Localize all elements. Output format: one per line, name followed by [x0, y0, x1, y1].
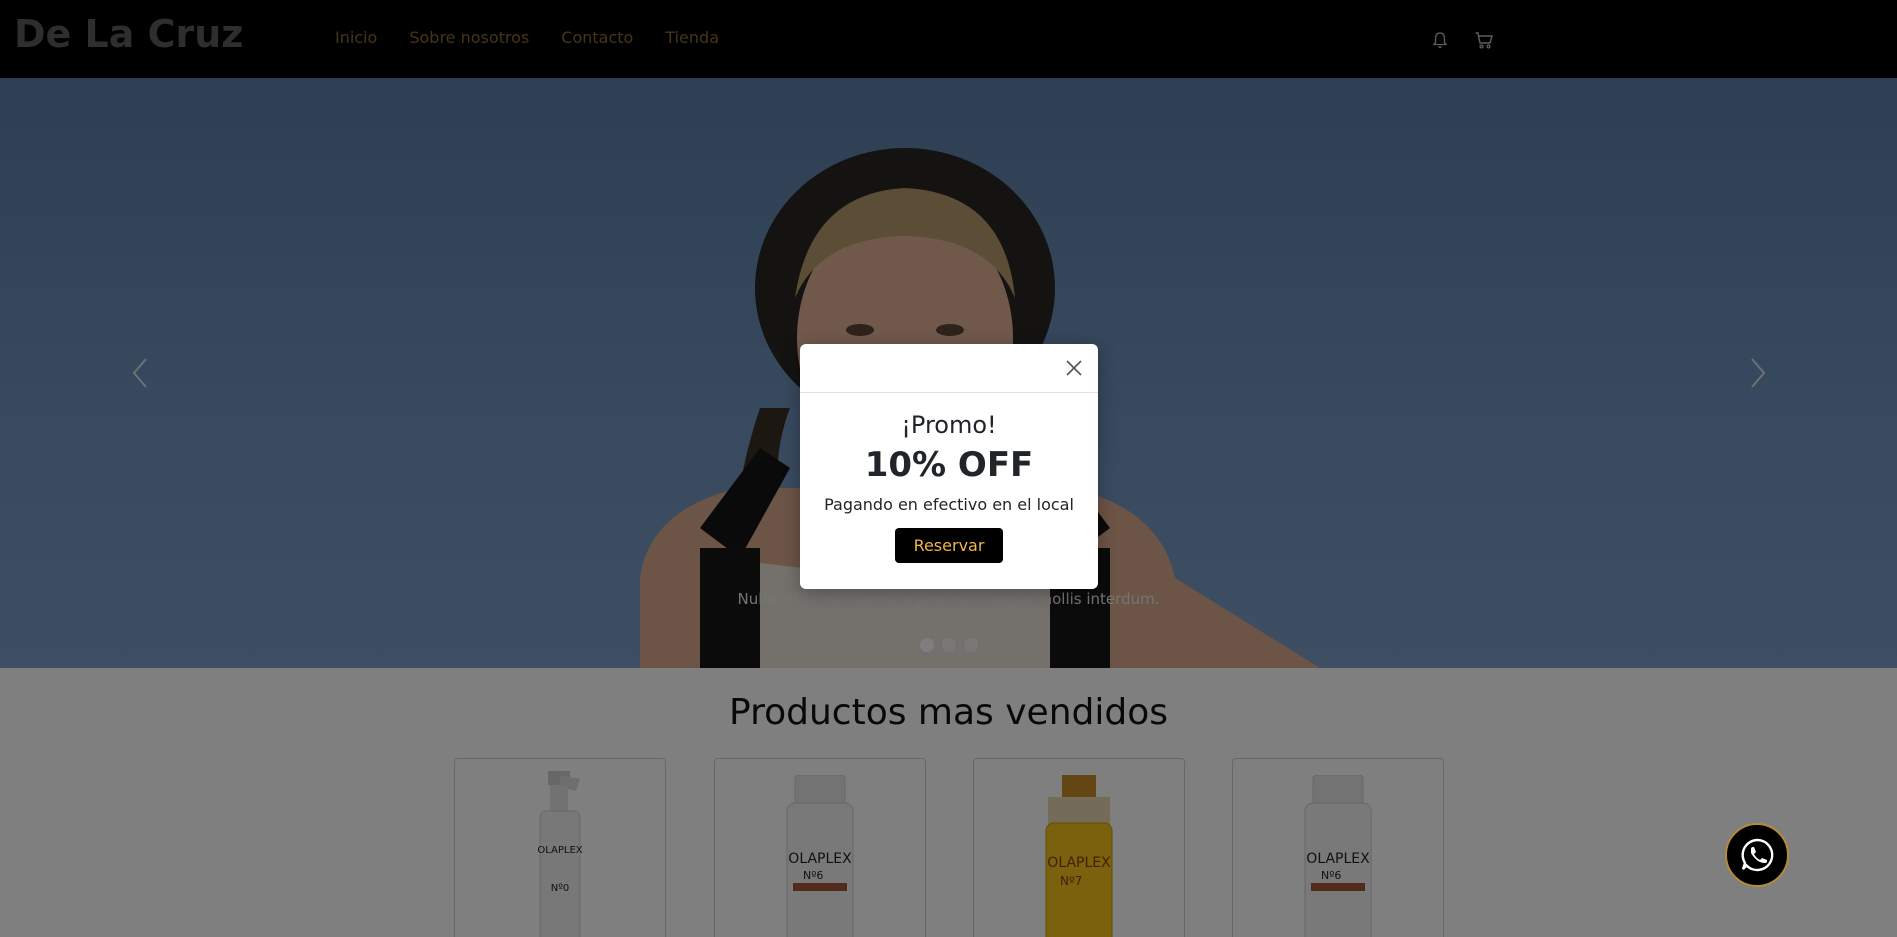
promo-subtitle: Pagando en efectivo en el local: [824, 495, 1074, 514]
promo-modal: ¡Promo! 10% OFF Pagando en efectivo en e…: [800, 344, 1098, 589]
promo-discount: 10% OFF: [864, 445, 1034, 485]
whatsapp-button[interactable]: [1725, 823, 1789, 887]
modal-body: ¡Promo! 10% OFF Pagando en efectivo en e…: [800, 393, 1098, 563]
modal-header: [800, 344, 1098, 393]
reserve-button[interactable]: Reservar: [894, 528, 1004, 563]
promo-title: ¡Promo!: [901, 411, 997, 439]
close-icon[interactable]: [1064, 358, 1084, 378]
whatsapp-icon: [1741, 838, 1774, 872]
